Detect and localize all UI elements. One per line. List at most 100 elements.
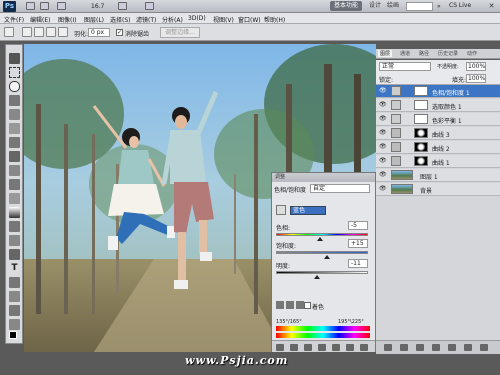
- menu-window[interactable]: 窗口(W): [238, 15, 261, 24]
- menu-analysis[interactable]: 分析(A): [162, 15, 183, 24]
- menu-help[interactable]: 帮助(H): [264, 15, 285, 24]
- lasso-tool-icon[interactable]: [9, 81, 20, 92]
- layer-row[interactable]: 👁 色相/饱和度 1: [376, 85, 500, 98]
- path-select-tool-icon[interactable]: [9, 277, 20, 288]
- layer-row[interactable]: 👁 选取颜色 1: [376, 99, 500, 112]
- hue-slider-thumb[interactable]: [317, 237, 323, 241]
- trash-icon[interactable]: [360, 344, 368, 351]
- eye-icon[interactable]: 👁: [379, 158, 387, 164]
- history-brush-tool-icon[interactable]: [9, 179, 20, 190]
- layer-row[interactable]: 👁 背景: [376, 183, 500, 196]
- marquee-tool-icon[interactable]: [9, 67, 20, 78]
- tab-history[interactable]: 历史记录: [436, 50, 460, 57]
- colorize-checkbox[interactable]: [304, 302, 311, 309]
- eyedropper-plus-icon[interactable]: [286, 301, 294, 309]
- eye-icon[interactable]: 👁: [379, 88, 387, 94]
- intersect-selection-icon[interactable]: [58, 27, 68, 37]
- bridge-icon[interactable]: [26, 2, 35, 10]
- new-selection-icon[interactable]: [22, 27, 32, 37]
- lightness-slider[interactable]: [276, 271, 368, 274]
- menu-select[interactable]: 选择(S): [110, 15, 131, 24]
- hue-slider[interactable]: [276, 233, 368, 236]
- lasso-tool-preset-icon[interactable]: [4, 27, 14, 37]
- saturation-input[interactable]: +15: [348, 239, 368, 248]
- hue-input[interactable]: -5: [348, 221, 368, 230]
- layer-mask-thumbnail[interactable]: [414, 156, 428, 166]
- quick-select-tool-icon[interactable]: [9, 95, 20, 106]
- delete-layer-icon[interactable]: [480, 344, 488, 351]
- healing-tool-icon[interactable]: [9, 137, 20, 148]
- saturation-slider[interactable]: [276, 251, 368, 254]
- tab-channels[interactable]: 通道: [398, 50, 412, 57]
- opacity-input[interactable]: 100%: [466, 62, 486, 71]
- link-layers-icon[interactable]: [384, 344, 392, 351]
- layer-row[interactable]: 👁 色彩平衡 1: [376, 113, 500, 126]
- menu-file[interactable]: 文件(F): [4, 15, 24, 24]
- menu-layer[interactable]: 图层(L): [84, 15, 104, 24]
- more-workspaces[interactable]: »: [437, 3, 441, 10]
- arrange-documents-icon[interactable]: [145, 2, 154, 10]
- edit-range-select[interactable]: 蓝色: [290, 206, 326, 215]
- menu-image[interactable]: 图像(I): [58, 15, 76, 24]
- view-previous-icon[interactable]: [332, 344, 340, 351]
- layer-mask-thumbnail[interactable]: [414, 128, 428, 138]
- add-mask-icon[interactable]: [416, 344, 424, 351]
- tab-actions[interactable]: 动作: [465, 50, 479, 57]
- targeted-adjust-icon[interactable]: [276, 205, 286, 215]
- hand-view-icon[interactable]: [118, 2, 127, 10]
- eyedropper-minus-icon[interactable]: [296, 301, 304, 309]
- close-icon[interactable]: ✕: [486, 2, 497, 11]
- reset-icon[interactable]: [346, 344, 354, 351]
- layer-style-icon[interactable]: [400, 344, 408, 351]
- fill-input[interactable]: 100%: [466, 74, 486, 83]
- pen-tool-icon[interactable]: [9, 249, 20, 260]
- type-tool-icon[interactable]: T: [9, 263, 20, 274]
- lightness-input[interactable]: -11: [348, 259, 368, 268]
- clone-stamp-tool-icon[interactable]: [9, 165, 20, 176]
- layer-mask-thumbnail[interactable]: [414, 100, 428, 110]
- dodge-tool-icon[interactable]: [9, 235, 20, 246]
- eyedropper-icon[interactable]: [276, 301, 284, 309]
- zoom-level[interactable]: 16.7: [91, 3, 104, 10]
- clip-icon[interactable]: [304, 344, 312, 351]
- tab-layers[interactable]: 图层: [378, 50, 393, 57]
- layer-mask-thumbnail[interactable]: [414, 142, 428, 152]
- guides-icon[interactable]: [57, 2, 66, 10]
- eye-icon[interactable]: 👁: [379, 116, 387, 122]
- refine-edge-button[interactable]: 调整边缘...: [160, 27, 200, 38]
- eye-icon[interactable]: 👁: [379, 130, 387, 136]
- minibridge-icon[interactable]: [40, 2, 49, 10]
- new-group-icon[interactable]: [448, 344, 456, 351]
- layer-row[interactable]: 👁 曲线 3: [376, 127, 500, 140]
- eye-icon[interactable]: 👁: [379, 102, 387, 108]
- workspace-basic[interactable]: 基本功能: [330, 1, 363, 11]
- blur-tool-icon[interactable]: [9, 221, 20, 232]
- workspace-design[interactable]: 设计: [365, 1, 385, 11]
- antialias-checkbox[interactable]: ✓: [116, 29, 123, 36]
- menu-view[interactable]: 视图(V): [213, 15, 234, 24]
- back-icon[interactable]: [276, 344, 284, 351]
- search-input[interactable]: [406, 2, 433, 11]
- crop-tool-icon[interactable]: [9, 109, 20, 120]
- layer-mask-thumbnail[interactable]: [414, 114, 428, 124]
- lightness-slider-thumb[interactable]: [314, 275, 320, 279]
- subtract-selection-icon[interactable]: [46, 27, 56, 37]
- hand-tool-icon[interactable]: [9, 319, 20, 330]
- visibility-icon[interactable]: [318, 344, 326, 351]
- eraser-tool-icon[interactable]: [9, 193, 20, 204]
- blend-mode-select[interactable]: 正常: [379, 62, 431, 71]
- saturation-slider-thumb[interactable]: [324, 255, 330, 259]
- gradient-tool-icon[interactable]: [9, 207, 20, 218]
- expand-view-icon[interactable]: [290, 344, 298, 351]
- menu-edit[interactable]: 编辑(E): [30, 15, 50, 24]
- eyedropper-tool-icon[interactable]: [9, 123, 20, 134]
- foreground-color-swatch[interactable]: [9, 331, 17, 339]
- layer-row[interactable]: 👁 图层 1: [376, 169, 500, 182]
- add-selection-icon[interactable]: [34, 27, 44, 37]
- eye-icon[interactable]: 👁: [379, 144, 387, 150]
- brush-tool-icon[interactable]: [9, 151, 20, 162]
- workspace-paint[interactable]: 绘画: [383, 1, 403, 11]
- new-layer-icon[interactable]: [464, 344, 472, 351]
- preset-select[interactable]: 自定: [310, 184, 370, 193]
- menu-3d[interactable]: 3D(D): [188, 15, 206, 22]
